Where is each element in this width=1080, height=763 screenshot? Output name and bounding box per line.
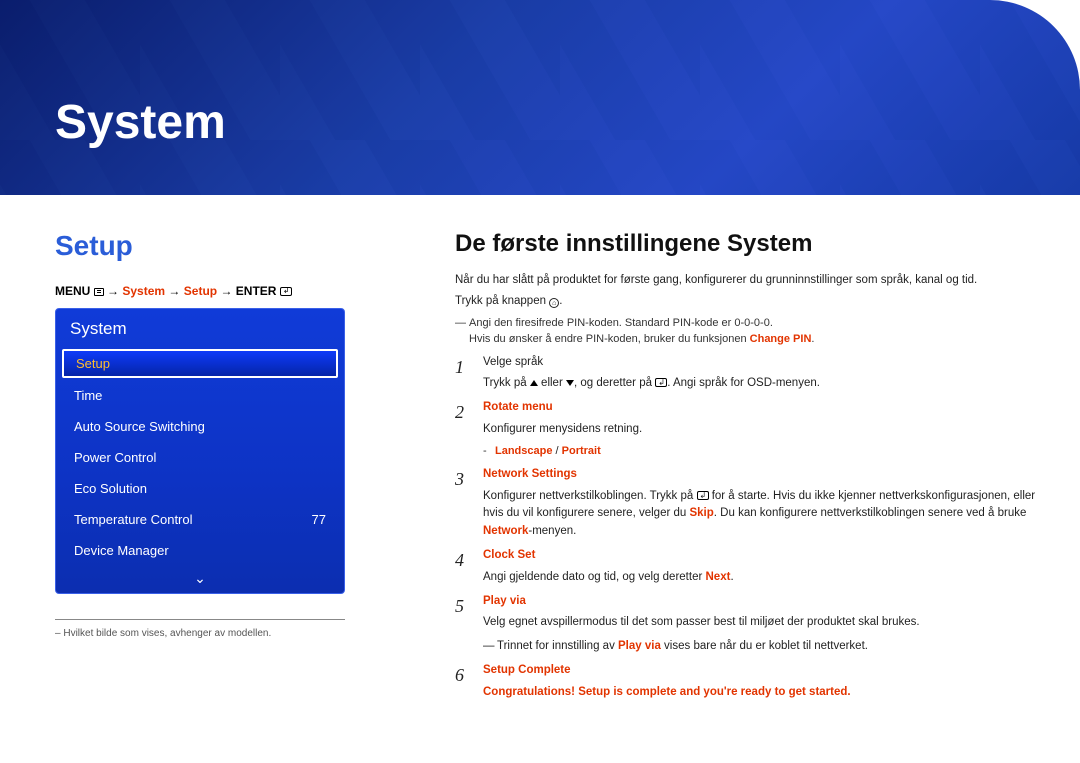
step-number: 6 bbox=[455, 662, 464, 690]
step-3: 3 Network Settings Konfigurer nettverkst… bbox=[455, 466, 1040, 541]
pin-note-change-pin: Change PIN bbox=[750, 333, 812, 345]
step-number: 4 bbox=[455, 547, 464, 575]
intro-para-2: Trykk på knappen ⌂. bbox=[455, 293, 1040, 310]
enter-icon bbox=[697, 491, 709, 500]
opt-portrait: Portrait bbox=[562, 445, 601, 457]
osd-item-time[interactable]: Time bbox=[56, 380, 344, 411]
enter-icon bbox=[280, 287, 292, 296]
step-2-title: Rotate menu bbox=[483, 401, 553, 413]
step-5-note: ― Trinnet for innstilling av Play via vi… bbox=[483, 638, 1040, 656]
breadcrumb: MENU → System → Setup → ENTER bbox=[55, 284, 400, 298]
osd-item-label: Time bbox=[74, 388, 102, 403]
s1-post: . Angi språk for OSD-menyen. bbox=[667, 377, 820, 389]
osd-item-eco-solution[interactable]: Eco Solution bbox=[56, 473, 344, 504]
pin-note-line1: Angi den firesifrede PIN-koden. Standard… bbox=[469, 317, 773, 329]
osd-item-label: Eco Solution bbox=[74, 481, 147, 496]
s4-next: Next bbox=[706, 571, 731, 583]
step-3-body: Konfigurer nettverkstilkoblingen. Trykk … bbox=[483, 488, 1040, 541]
step-2-body: Konfigurer menysidens retning. bbox=[483, 421, 1040, 439]
down-arrow-icon bbox=[566, 380, 574, 386]
step-5-body: Velg egnet avspillermodus til det som pa… bbox=[483, 614, 1040, 632]
s3-skip: Skip bbox=[689, 507, 713, 519]
content-area: Setup MENU → System → Setup → ENTER Syst… bbox=[55, 230, 1040, 743]
osd-item-label: Temperature Control bbox=[74, 512, 193, 527]
step-6-title: Setup Complete bbox=[483, 664, 571, 676]
osd-item-setup[interactable]: Setup bbox=[62, 349, 338, 378]
step-number: 1 bbox=[455, 354, 464, 382]
s1-pre: Trykk på bbox=[483, 377, 530, 389]
step-4: 4 Clock Set Angi gjeldende dato og tid, … bbox=[455, 547, 1040, 587]
step-2: 2 Rotate menu Konfigurer menysidens retn… bbox=[455, 399, 1040, 460]
breadcrumb-enter: ENTER bbox=[236, 284, 277, 298]
divider bbox=[55, 619, 345, 620]
step-5: 5 Play via Velg egnet avspillermodus til… bbox=[455, 593, 1040, 656]
breadcrumb-menu: MENU bbox=[55, 284, 90, 298]
step-number: 5 bbox=[455, 593, 464, 621]
osd-item-label: Device Manager bbox=[74, 543, 169, 558]
section-heading-setup: Setup bbox=[55, 230, 400, 262]
s3-post-pre: . Du kan konfigurere nettverkstilkobling… bbox=[714, 507, 1027, 519]
steps-list: 1 Velge språk Trykk på eller , og derett… bbox=[455, 354, 1040, 702]
pin-note: Angi den firesifrede PIN-koden. Standard… bbox=[455, 315, 1040, 348]
osd-item-temperature[interactable]: Temperature Control 77 bbox=[56, 504, 344, 535]
breadcrumb-arrow-2: → bbox=[168, 284, 180, 298]
pin-note-line2-pre: Hvis du ønsker å endre PIN-koden, bruker… bbox=[469, 333, 750, 345]
opt-slash: / bbox=[552, 445, 561, 457]
s5-note-red: Play via bbox=[618, 640, 661, 652]
step-4-body: Angi gjeldende dato og tid, og velg dere… bbox=[483, 569, 1040, 587]
osd-item-label: Auto Source Switching bbox=[74, 419, 205, 434]
home-circle-icon: ⌂ bbox=[549, 298, 559, 308]
up-arrow-icon bbox=[530, 380, 538, 386]
step-6-body: Congratulations! Setup is complete and y… bbox=[483, 684, 1040, 702]
osd-item-label: Setup bbox=[76, 356, 110, 371]
step-4-title: Clock Set bbox=[483, 549, 535, 561]
osd-item-device-manager[interactable]: Device Manager bbox=[56, 535, 344, 566]
osd-item-label: Power Control bbox=[74, 450, 156, 465]
osd-scroll-down[interactable]: ⌄ bbox=[56, 566, 344, 593]
opt-landscape: Landscape bbox=[495, 445, 552, 457]
s3-pre: Konfigurer nettverkstilkoblingen. Trykk … bbox=[483, 490, 697, 502]
step-number: 3 bbox=[455, 466, 464, 494]
breadcrumb-arrow-1: → bbox=[107, 284, 119, 298]
osd-item-power-control[interactable]: Power Control bbox=[56, 442, 344, 473]
intro-para-1: Når du har slått på produktet for første… bbox=[455, 272, 1040, 289]
header-band: System bbox=[0, 0, 1080, 195]
enter-icon bbox=[655, 378, 667, 387]
right-heading: De første innstillingene System bbox=[455, 230, 1040, 258]
footnote-left-text: Hvilket bilde som vises, avhenger av mod… bbox=[63, 628, 271, 639]
s1-mid2: , og deretter på bbox=[574, 377, 655, 389]
osd-item-value: 77 bbox=[312, 512, 326, 527]
step-5-title: Play via bbox=[483, 595, 526, 607]
menu-icon bbox=[94, 288, 104, 296]
step-number: 2 bbox=[455, 399, 464, 427]
s5-note-pre: Trinnet for innstilling av bbox=[497, 640, 618, 652]
osd-panel: System Setup Time Auto Source Switching … bbox=[55, 308, 345, 594]
s4-post: . bbox=[730, 571, 733, 583]
intro2-post: . bbox=[559, 295, 562, 307]
left-column: Setup MENU → System → Setup → ENTER Syst… bbox=[55, 230, 400, 639]
s4-pre: Angi gjeldende dato og tid, og velg dere… bbox=[483, 571, 706, 583]
breadcrumb-arrow-3: → bbox=[220, 284, 232, 298]
footnote-left: – Hvilket bilde som vises, avhenger av m… bbox=[55, 628, 400, 639]
s1-mid: eller bbox=[538, 377, 566, 389]
osd-item-auto-source[interactable]: Auto Source Switching bbox=[56, 411, 344, 442]
s3-network: Network bbox=[483, 525, 528, 537]
step-1-body: Trykk på eller , og deretter på . Angi s… bbox=[483, 375, 1040, 393]
osd-title: System bbox=[56, 309, 344, 347]
breadcrumb-setup: Setup bbox=[184, 284, 217, 298]
step-3-title: Network Settings bbox=[483, 468, 577, 480]
step-6: 6 Setup Complete Congratulations! Setup … bbox=[455, 662, 1040, 702]
step-1-title: Velge språk bbox=[483, 354, 1040, 372]
pin-note-line2-post: . bbox=[811, 333, 814, 345]
intro2-pre: Trykk på knappen bbox=[455, 295, 549, 307]
page-title: System bbox=[55, 95, 226, 150]
step-1: 1 Velge språk Trykk på eller , og derett… bbox=[455, 354, 1040, 394]
step-2-options: Landscape / Portrait bbox=[483, 443, 1040, 460]
s3-post-post: -menyen. bbox=[528, 525, 576, 537]
right-column: De første innstillingene System Når du h… bbox=[455, 230, 1040, 702]
chevron-down-icon: ⌄ bbox=[194, 570, 206, 586]
breadcrumb-system: System bbox=[122, 284, 165, 298]
s5-note-post: vises bare når du er koblet til nettverk… bbox=[661, 640, 868, 652]
